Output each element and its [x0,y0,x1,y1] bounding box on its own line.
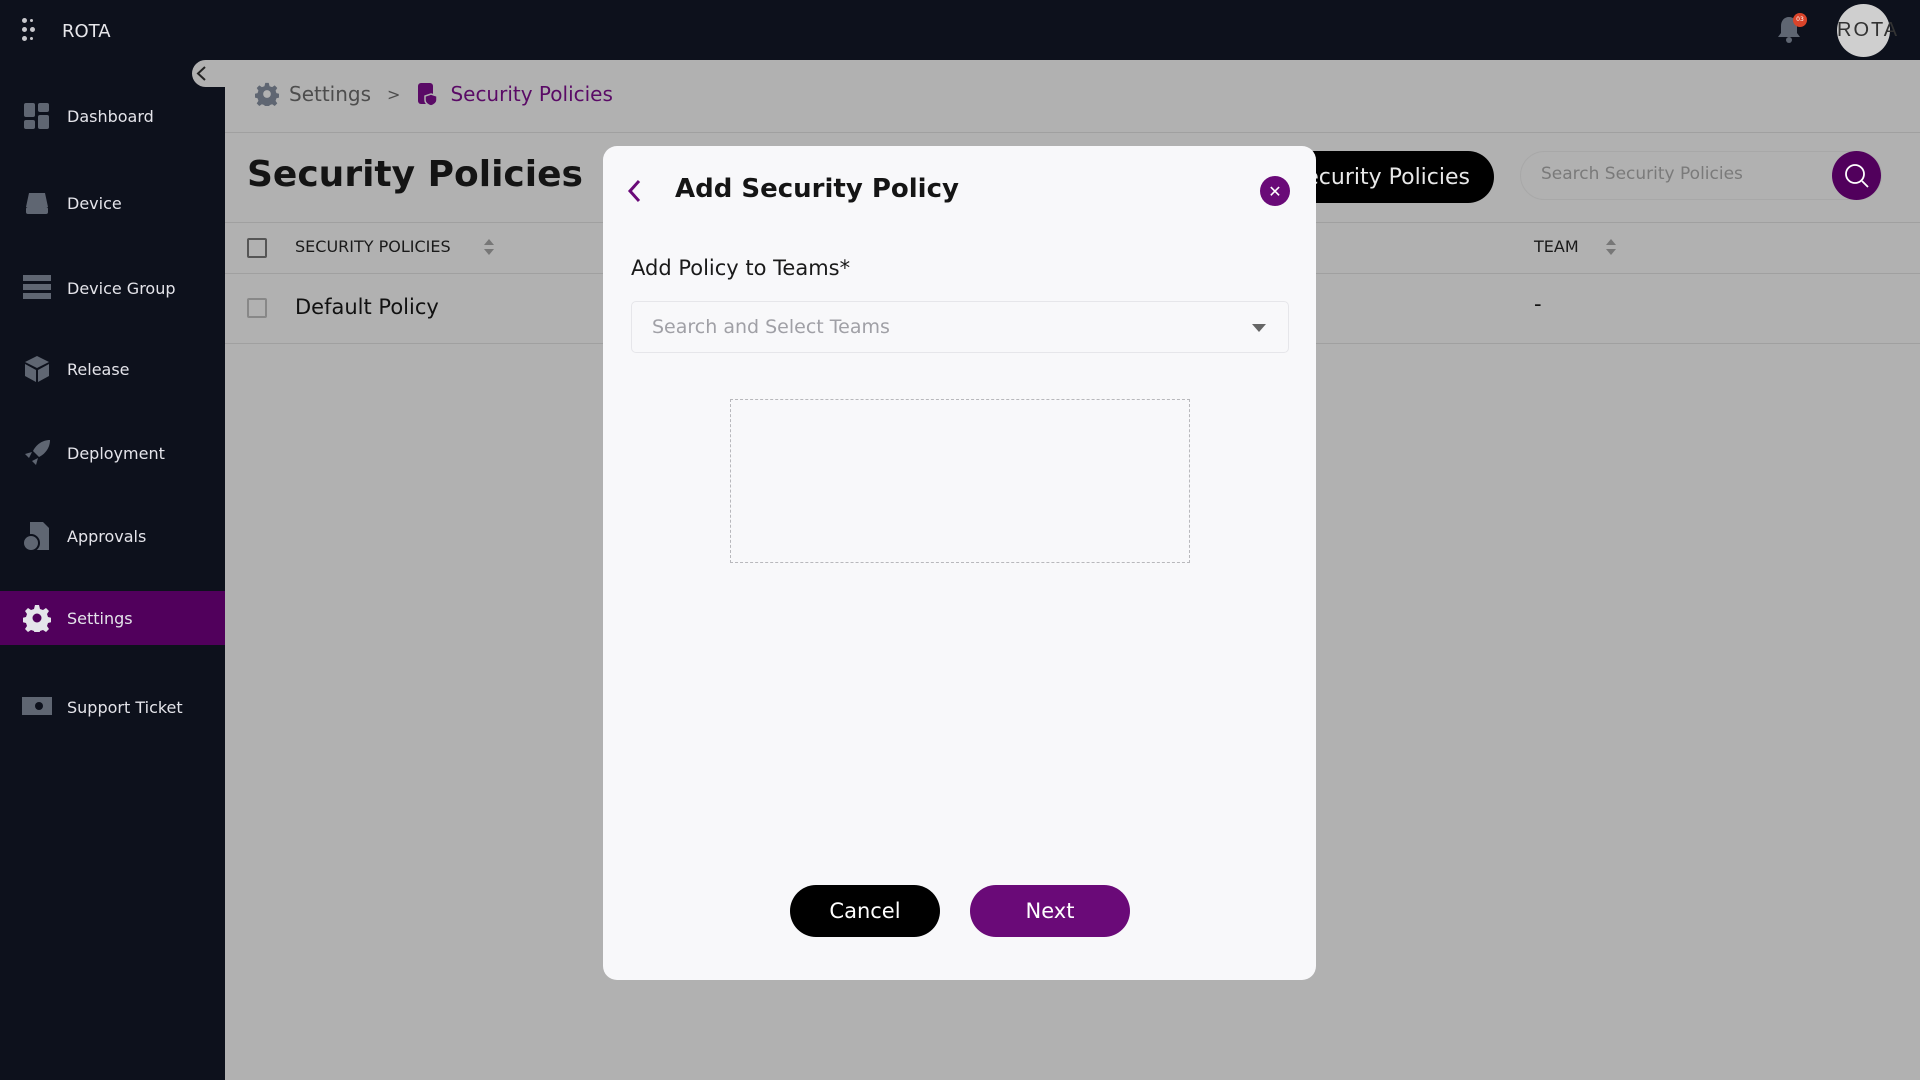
search-input[interactable] [1541,164,1811,184]
sort-icon[interactable] [1606,239,1616,255]
breadcrumb-current: Security Policies [450,82,613,106]
sidebar-item-label: Approvals [67,526,147,546]
sidebar: Dashboard Device Device Group Release De… [0,60,225,1080]
avatar[interactable]: ROTA [1837,4,1897,57]
selected-teams-area [730,399,1190,563]
notification-badge: 03 [1793,13,1807,27]
sidebar-item-label: Settings [67,608,133,628]
release-box-icon [22,355,52,383]
sidebar-item-label: Support Ticket [67,697,183,717]
sidebar-item-dashboard[interactable]: Dashboard [0,89,225,143]
sidebar-item-deployment[interactable]: Deployment [0,426,225,480]
sidebar-item-device[interactable]: Device [0,176,225,230]
policy-name[interactable]: Default Policy [295,295,439,319]
brand-name: ROTA [62,21,111,42]
sidebar-item-label: Device [67,193,122,213]
row-checkbox[interactable] [247,298,267,318]
breadcrumb-separator: > [387,84,401,104]
device-icon [22,189,52,217]
search-icon [1844,163,1869,188]
breadcrumb: Settings > Security Policies [255,82,613,106]
gear-icon [22,604,52,632]
collapse-sidebar-button[interactable] [192,60,225,87]
sidebar-item-approvals[interactable]: Approvals [0,509,225,563]
column-header-security-policies[interactable]: SECURITY POLICIES [295,237,451,256]
top-bar: ROTA 03 ROTA [0,0,1920,60]
sidebar-item-release[interactable]: Release [0,342,225,396]
sidebar-item-support-ticket[interactable]: Support Ticket [0,680,225,734]
device-group-icon [22,274,52,302]
modal-title: Add Security Policy [675,174,959,204]
column-header-team[interactable]: TEAM [1534,237,1579,256]
cancel-button[interactable]: Cancel [790,885,940,937]
logo-icon [22,18,36,42]
back-chevron-icon[interactable] [625,176,645,206]
chevron-down-icon [1252,324,1266,332]
policy-team: - [1534,292,1542,316]
sidebar-item-label: Release [67,359,130,379]
page-title: Security Policies [247,154,583,195]
security-policy-icon [418,83,439,106]
teams-select[interactable]: Search and Select Teams [631,301,1289,353]
next-button[interactable]: Next [970,885,1130,937]
sidebar-item-label: Dashboard [67,106,154,126]
search-bar [1520,151,1882,200]
close-button[interactable]: ✕ [1260,176,1290,206]
approvals-doc-icon [22,522,52,551]
rocket-icon [22,439,52,467]
sort-icon[interactable] [484,239,494,255]
breadcrumb-settings-link[interactable]: Settings [289,82,371,106]
select-placeholder: Search and Select Teams [652,316,890,338]
gear-icon [255,82,279,106]
ticket-icon [22,693,52,721]
divider [225,132,1920,133]
close-icon: ✕ [1268,181,1282,201]
search-button[interactable] [1832,151,1881,200]
select-all-checkbox[interactable] [247,238,267,258]
sidebar-item-label: Device Group [67,278,176,298]
sidebar-item-label: Deployment [67,443,165,463]
add-security-policy-modal: Add Security Policy ✕ Add Policy to Team… [603,146,1316,980]
sidebar-item-settings[interactable]: Settings [0,591,225,645]
field-label: Add Policy to Teams* [631,256,851,280]
sidebar-item-device-group[interactable]: Device Group [0,261,225,315]
dashboard-icon [22,102,52,130]
